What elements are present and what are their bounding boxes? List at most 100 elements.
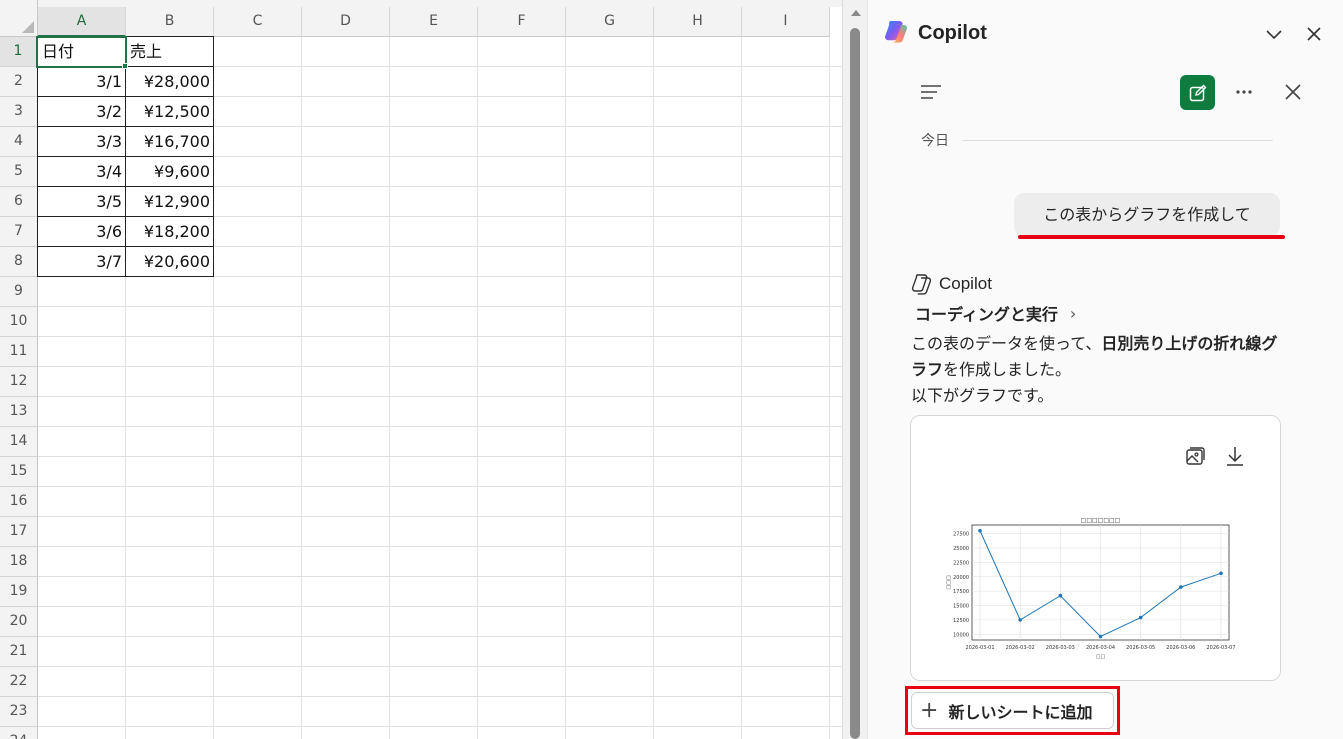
copilot-logo-icon (885, 21, 907, 43)
scroll-up-arrow[interactable] (851, 10, 861, 16)
date-divider: 今日 (921, 130, 1273, 150)
gridline-vertical (301, 37, 302, 739)
close-icon (1285, 84, 1301, 100)
column-header-h[interactable]: H (654, 7, 742, 37)
column-header-i[interactable]: I (742, 7, 830, 37)
row-header-1[interactable]: 1 (0, 37, 38, 67)
spreadsheet-grid[interactable]: ABCDEFGHI 1 2 3 4 5 6 7 8 9 10 11 12 13 14 15 16 17 18 19 2… (0, 0, 842, 739)
table-border (37, 126, 214, 127)
cell-b5[interactable]: ¥9,600 (126, 157, 214, 187)
row-header-12[interactable]: 12 (0, 367, 38, 397)
open-image-button[interactable] (1183, 444, 1207, 468)
gridline-vertical (477, 37, 478, 739)
download-button[interactable] (1223, 444, 1247, 468)
cell-a5[interactable]: 3/4 (38, 157, 126, 187)
chart-x-tick-label: 2026-03-06 (1166, 645, 1195, 651)
gridline-horizontal (38, 366, 842, 367)
scrollbar-thumb[interactable] (850, 28, 860, 739)
plus-icon: + (920, 697, 939, 723)
gridline-horizontal (38, 606, 842, 607)
column-header-b[interactable]: B (126, 7, 214, 37)
row-header-3[interactable]: 3 (0, 97, 38, 127)
chart-x-tick-label: 2026-03-07 (1206, 645, 1235, 651)
column-header-f[interactable]: F (478, 7, 566, 37)
cell-a3[interactable]: 3/2 (38, 97, 126, 127)
table-border (37, 96, 214, 97)
row-header-19[interactable]: 19 (0, 577, 38, 607)
add-to-new-sheet-button[interactable]: + 新しいシートに追加 (911, 692, 1114, 729)
row-header-23[interactable]: 23 (0, 697, 38, 727)
cell-a7[interactable]: 3/6 (38, 217, 126, 247)
row-header-9[interactable]: 9 (0, 277, 38, 307)
cell-b6[interactable]: ¥12,900 (126, 187, 214, 217)
row-header-21[interactable]: 21 (0, 637, 38, 667)
row-header-22[interactable]: 22 (0, 667, 38, 697)
coding-label: コーディングと実行 (915, 305, 1058, 324)
fill-handle[interactable] (122, 63, 128, 69)
cell-a8[interactable]: 3/7 (38, 247, 126, 277)
gridline-horizontal (38, 336, 842, 337)
column-header-c[interactable]: C (214, 7, 302, 37)
menu-button[interactable] (917, 78, 945, 106)
cell-b2[interactable]: ¥28,000 (126, 67, 214, 97)
cell-b8[interactable]: ¥20,600 (126, 247, 214, 277)
copilot-pane: Copilot 今日 この表からグラフを作成して Copilot コーディングと… (868, 0, 1343, 739)
row-header-5[interactable]: 5 (0, 157, 38, 187)
row-header-16[interactable]: 16 (0, 487, 38, 517)
row-header-2[interactable]: 2 (0, 67, 38, 97)
column-header-d[interactable]: D (302, 7, 390, 37)
column-header-a[interactable]: A (38, 7, 126, 37)
cell-b1[interactable]: 売上 (126, 37, 214, 67)
cell-a4[interactable]: 3/3 (38, 127, 126, 157)
row-header-15[interactable]: 15 (0, 457, 38, 487)
row-header-7[interactable]: 7 (0, 217, 38, 247)
row-header-20[interactable]: 20 (0, 607, 38, 637)
row-header-8[interactable]: 8 (0, 247, 38, 277)
close-pane-button[interactable] (1300, 20, 1328, 48)
chart-x-tick-label: 2026-03-04 (1086, 645, 1115, 651)
chart-data-point (1018, 618, 1022, 622)
coding-and-run-link[interactable]: コーディングと実行 › (915, 302, 1076, 325)
chart-data-point (1219, 571, 1223, 576)
sales-line-chart: 10000 12500 15000 17500 20000 22500 25000 27500… (946, 517, 1236, 660)
chart-data-point (1179, 585, 1183, 589)
chart-y-tick-label: 12500 (953, 618, 969, 624)
cell-b3[interactable]: ¥12,500 (126, 97, 214, 127)
assistant-name: Copilot (939, 274, 992, 293)
divider-line (962, 140, 1273, 141)
row-header-17[interactable]: 17 (0, 517, 38, 547)
gridline-horizontal (38, 516, 842, 517)
row-header-18[interactable]: 18 (0, 547, 38, 577)
cell-b4[interactable]: ¥16,700 (126, 127, 214, 157)
row-header-14[interactable]: 14 (0, 427, 38, 457)
row-header-11[interactable]: 11 (0, 337, 38, 367)
cell-b7[interactable]: ¥18,200 (126, 217, 214, 247)
row-header-6[interactable]: 6 (0, 187, 38, 217)
more-options-button[interactable] (1230, 78, 1258, 106)
column-header-g[interactable]: G (566, 7, 654, 37)
collapse-button[interactable] (1260, 20, 1288, 48)
chart-title: □□□□□□□ (1081, 517, 1121, 524)
row-header-13[interactable]: 13 (0, 397, 38, 427)
add-to-new-sheet-label: 新しいシートに追加 (948, 702, 1093, 722)
select-all-button[interactable] (0, 0, 38, 37)
row-header-24[interactable]: 24 (0, 727, 38, 739)
cell-a6[interactable]: 3/5 (38, 187, 126, 217)
gridline-horizontal (38, 666, 842, 667)
table-border (37, 276, 214, 277)
cell-a2[interactable]: 3/1 (38, 67, 126, 97)
reply-text-1: この表のデータを使って、 (911, 334, 1102, 353)
date-divider-label: 今日 (921, 133, 949, 149)
close-chat-button[interactable] (1279, 78, 1307, 106)
chart-data-point (1058, 593, 1063, 598)
gridline-horizontal (38, 696, 842, 697)
new-chat-button[interactable] (1180, 75, 1215, 110)
vertical-scrollbar[interactable] (842, 0, 868, 739)
chart-y-tick-label: 22500 (953, 560, 969, 566)
chart-x-tick-label: 2026-03-01 (965, 645, 994, 651)
row-header-4[interactable]: 4 (0, 127, 38, 157)
gridline-vertical (389, 37, 390, 739)
row-header-10[interactable]: 10 (0, 307, 38, 337)
column-header-e[interactable]: E (390, 7, 478, 37)
chart-y-tick-label: 25000 (953, 546, 969, 552)
